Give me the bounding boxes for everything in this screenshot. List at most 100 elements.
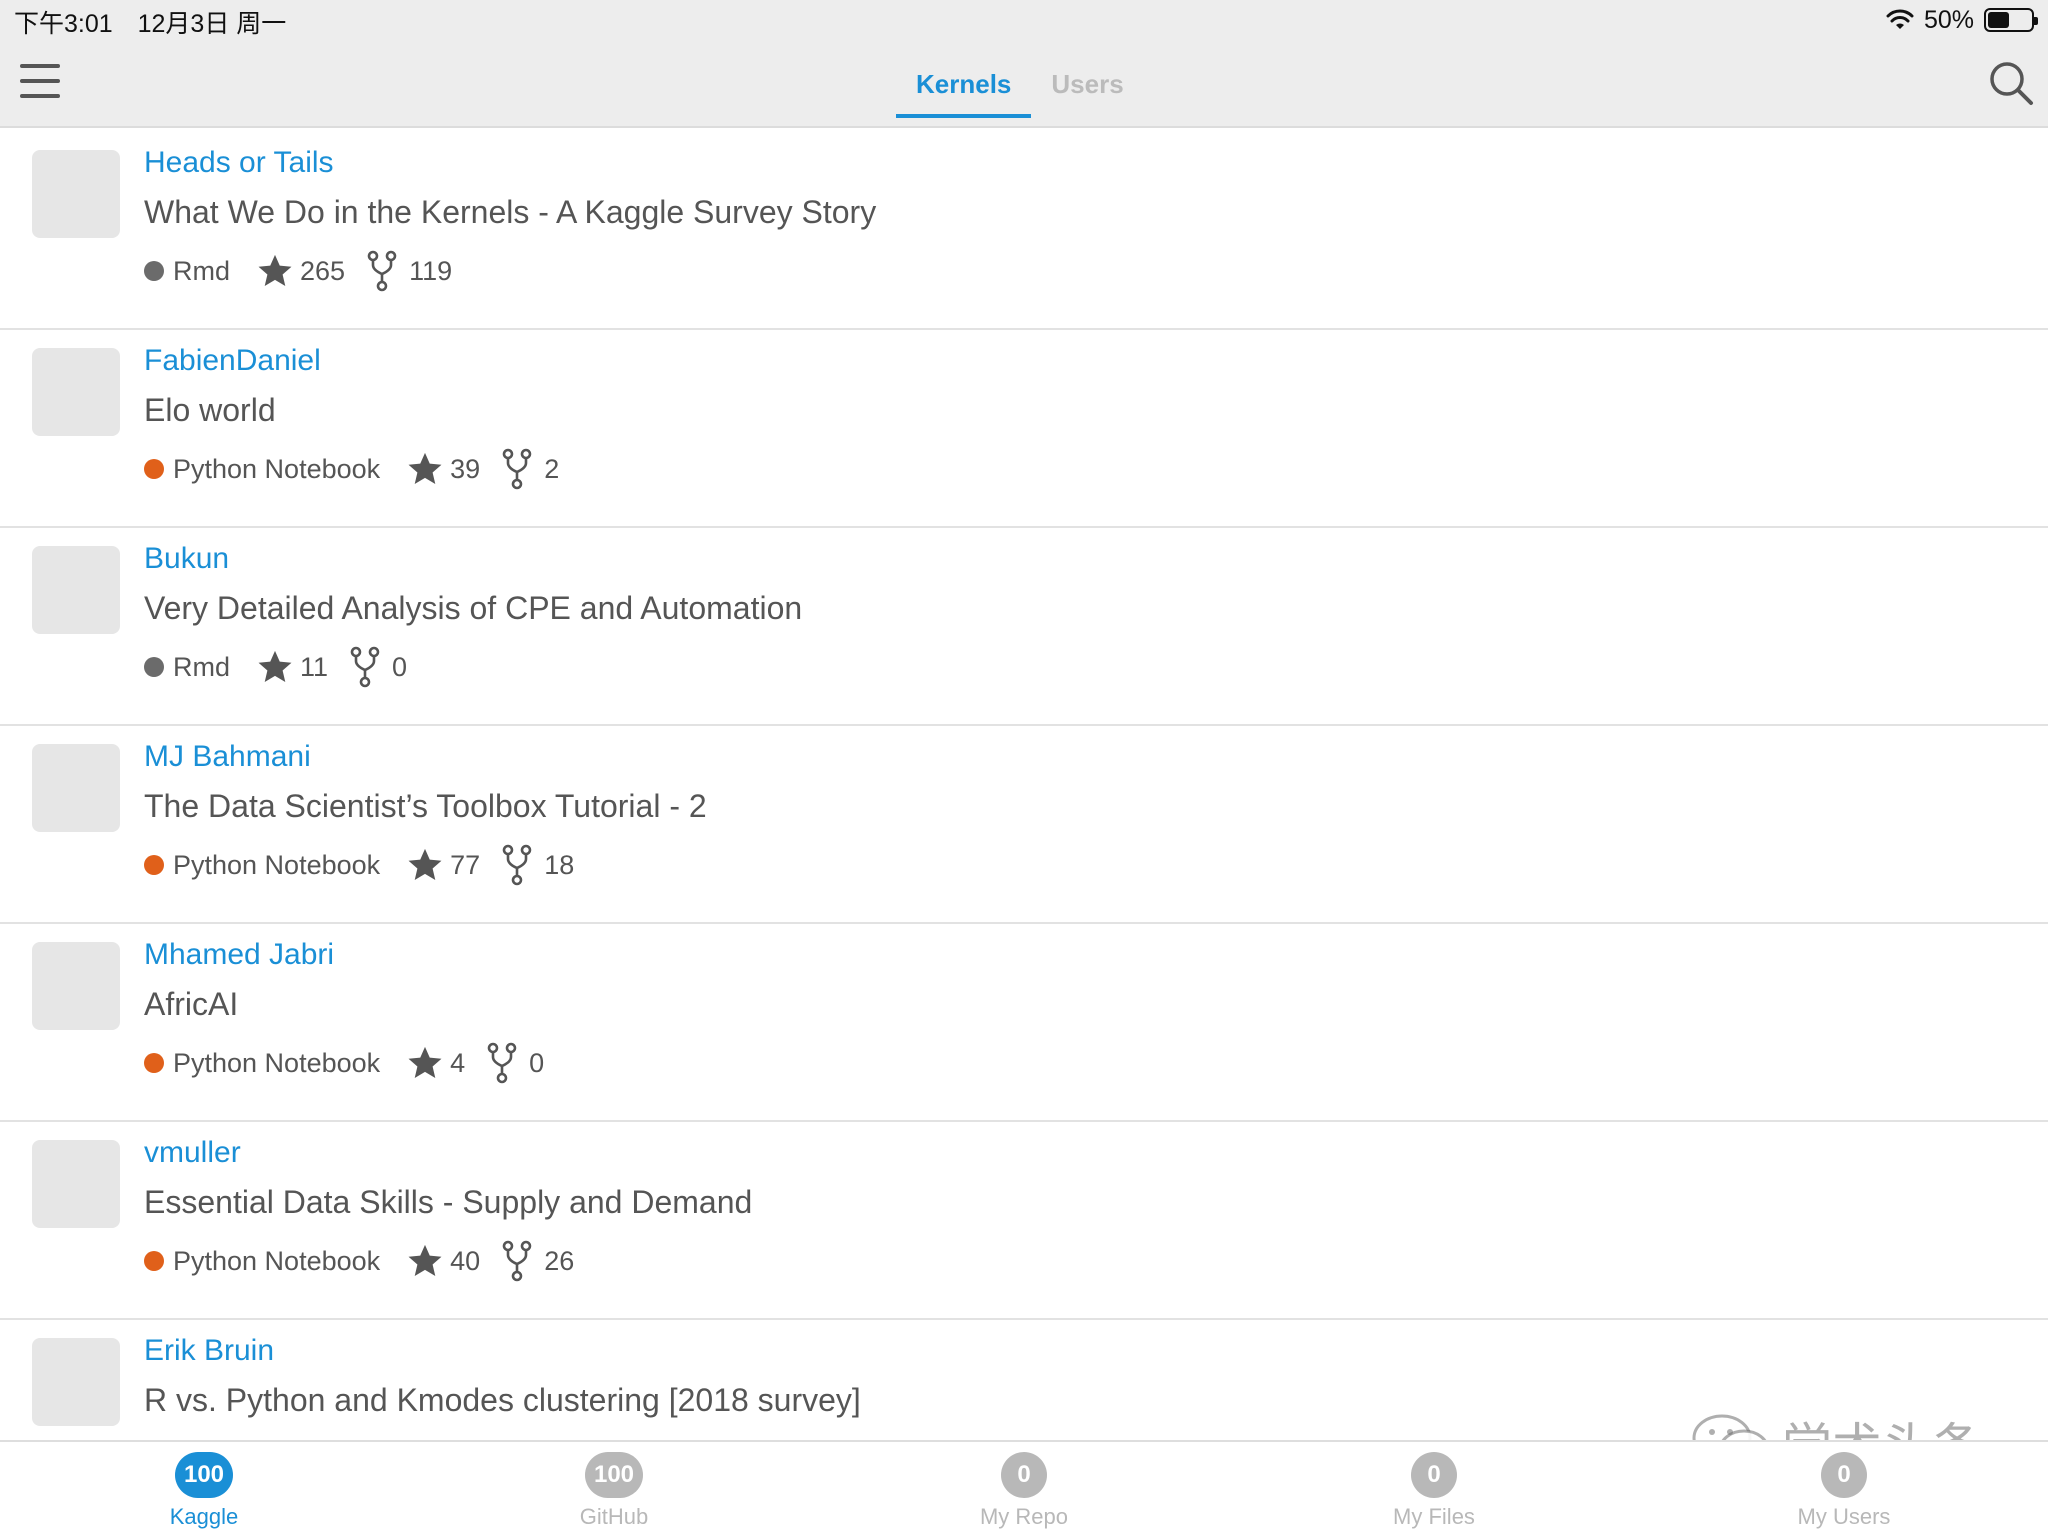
star-icon [258,650,292,683]
nav-tabs: Kernels Users [896,40,1144,128]
fork-icon [502,448,532,490]
author-avatar[interactable] [32,348,120,436]
kernel-language: Rmd [173,255,231,286]
star-icon [408,452,442,485]
star-icon [258,254,292,287]
tab-bar-item-my-users[interactable]: 0 My Users [1764,1452,1924,1530]
tab-kernels[interactable]: Kernels [896,40,1032,128]
status-time: 下午3:01 [14,10,113,38]
fork-icon [502,844,532,886]
author-avatar[interactable] [32,150,120,238]
menu-icon[interactable] [20,64,60,98]
kernel-row[interactable]: Mhamed Jabri AfricAI Python Notebook 4 0 [0,924,2048,1122]
status-right: 50% [1886,4,2038,36]
kernel-author[interactable]: Bukun [144,542,229,576]
kernel-language: Python Notebook [173,849,381,880]
tab-bar-item-github[interactable]: 100 GitHub [534,1452,694,1530]
kernel-author[interactable]: vmuller [144,1136,241,1170]
kernel-author[interactable]: Erik Bruin [144,1334,274,1368]
fork-count: 18 [544,849,575,880]
author-avatar[interactable] [32,744,120,832]
tab-bar-item-my-repo[interactable]: 0 My Repo [944,1452,1104,1530]
status-date: 12月3日 周一 [137,10,287,38]
kernel-title[interactable]: What We Do in the Kernels - A Kaggle Sur… [144,194,876,231]
kernel-row[interactable]: Bukun Very Detailed Analysis of CPE and … [0,528,2048,726]
language-dot [144,459,164,479]
star-icon [408,1046,442,1079]
tab-bar-label: My Users [1797,1504,1891,1529]
author-avatar[interactable] [32,1338,120,1426]
language-dot [144,657,164,677]
kernel-row[interactable]: vmuller Essential Data Skills - Supply a… [0,1122,2048,1320]
kernel-row[interactable]: MJ Bahmani The Data Scientist’s Toolbox … [0,726,2048,924]
star-icon [408,1244,442,1277]
author-avatar[interactable] [32,546,120,634]
kernel-title[interactable]: Essential Data Skills - Supply and Deman… [144,1184,752,1221]
fork-icon [487,1042,517,1084]
kernel-list[interactable]: Heads or Tails What We Do in the Kernels… [0,132,2048,1440]
star-count: 11 [300,651,329,682]
tab-count-badge: 0 [1821,1452,1867,1498]
fork-count: 26 [544,1245,575,1276]
wifi-icon [1886,9,1914,29]
kernel-author[interactable]: Mhamed Jabri [144,938,334,972]
fork-icon [350,646,380,688]
kernel-title[interactable]: R vs. Python and Kmodes clustering [2018… [144,1382,861,1419]
status-left: 下午3:01 12月3日 周一 [14,4,304,40]
language-dot [144,1251,164,1271]
kernel-author[interactable]: MJ Bahmani [144,740,311,774]
language-dot [144,1053,164,1073]
kernel-meta: Rmd 265 119 [144,250,452,292]
fork-count: 0 [392,651,408,682]
tab-bar-item-kaggle[interactable]: 100 Kaggle [124,1452,284,1530]
kernel-meta: Rmd 11 0 [144,646,407,688]
kernel-title[interactable]: AfricAI [144,986,238,1023]
kernel-title[interactable]: The Data Scientist’s Toolbox Tutorial - … [144,788,707,825]
tab-bar-label: Kaggle [169,1504,239,1529]
kernel-title[interactable]: Very Detailed Analysis of CPE and Automa… [144,590,802,627]
tab-users[interactable]: Users [1031,40,1143,128]
kernel-meta: Python Notebook 77 18 [144,844,574,886]
star-count: 40 [450,1245,481,1276]
author-avatar[interactable] [32,1140,120,1228]
star-count: 265 [300,255,346,286]
nav-bar: Kernels Users [0,40,2048,128]
kernel-language: Python Notebook [173,453,381,484]
star-icon [408,848,442,881]
battery-level [1988,12,2009,28]
tab-count-badge: 100 [175,1452,233,1498]
star-count: 39 [450,453,481,484]
fork-icon [367,250,397,292]
status-bar: 下午3:01 12月3日 周一 50% [0,0,2048,40]
tab-bar-label: GitHub [579,1504,649,1529]
battery-icon [1984,8,2038,32]
kernel-language: Python Notebook [173,1245,381,1276]
kernel-language: Rmd [173,651,231,682]
tab-bar-item-my-files[interactable]: 0 My Files [1354,1452,1514,1530]
bottom-tab-bar: 100 Kaggle 100 GitHub 0 My Repo 0 My Fil… [0,1440,2048,1536]
kernel-author[interactable]: FabienDaniel [144,344,321,378]
language-dot [144,855,164,875]
kernel-author[interactable]: Heads or Tails [144,146,334,180]
kernel-meta: Python Notebook 39 2 [144,448,559,490]
fork-count: 2 [544,453,560,484]
kernel-title[interactable]: Elo world [144,392,276,429]
app-screen: 下午3:01 12月3日 周一 50% Kernels Users Heads … [0,0,2048,1536]
kernel-row[interactable]: FabienDaniel Elo world Python Notebook 3… [0,330,2048,528]
fork-count: 0 [529,1047,545,1078]
star-count: 4 [450,1047,466,1078]
tab-bar-label: My Files [1393,1504,1475,1529]
kernel-meta: Python Notebook 4 0 [144,1042,544,1084]
kernel-row[interactable]: Heads or Tails What We Do in the Kernels… [0,132,2048,330]
fork-count: 119 [409,255,453,286]
author-avatar[interactable] [32,942,120,1030]
search-icon[interactable] [1988,60,2034,106]
fork-icon [502,1240,532,1282]
tab-bar-label: My Repo [979,1504,1069,1529]
tab-count-badge: 0 [1001,1452,1047,1498]
star-count: 77 [450,849,481,880]
kernel-meta: Python Notebook 40 26 [144,1240,574,1282]
tab-count-badge: 0 [1411,1452,1457,1498]
tab-count-badge: 100 [585,1452,643,1498]
language-dot [144,261,164,281]
